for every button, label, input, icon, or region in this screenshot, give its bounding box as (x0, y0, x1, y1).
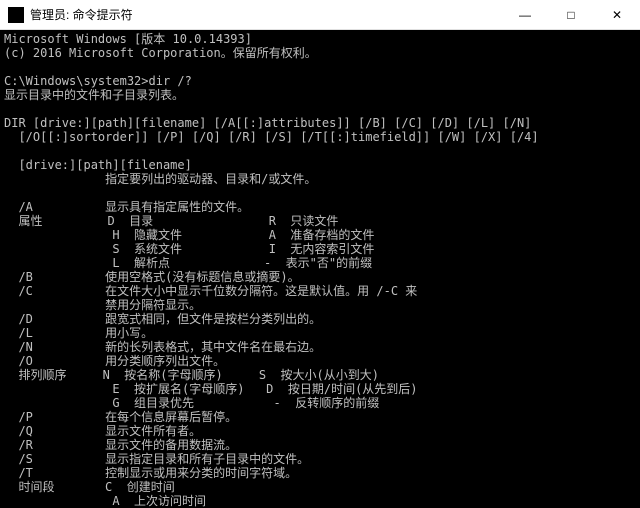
console-line: /P 在每个信息屏幕后暂停。 (4, 410, 636, 424)
console-line: 属性 D 目录 R 只读文件 (4, 214, 636, 228)
console-line (4, 60, 636, 74)
console-line: /N 新的长列表格式，其中文件名在最右边。 (4, 340, 636, 354)
console-line: 排列顺序 N 按名称(字母顺序) S 按大小(从小到大) (4, 368, 636, 382)
console-line (4, 186, 636, 200)
window-title: 管理员: 命令提示符 (30, 6, 133, 23)
console-line: DIR [drive:][path][filename] [/A[[:]attr… (4, 116, 636, 130)
console-line (4, 144, 636, 158)
console-line: 显示目录中的文件和子目录列表。 (4, 88, 636, 102)
maximize-button[interactable]: □ (548, 0, 594, 30)
console-line: (c) 2016 Microsoft Corporation。保留所有权利。 (4, 46, 636, 60)
console-line: /L 用小写。 (4, 326, 636, 340)
console-line: G 组目录优先 - 反转顺序的前缀 (4, 396, 636, 410)
console-line: [drive:][path][filename] (4, 158, 636, 172)
console-line: /T 控制显示或用来分类的时间字符域。 (4, 466, 636, 480)
cmd-icon (8, 7, 24, 23)
close-button[interactable]: ✕ (594, 0, 640, 30)
console-line: [/O[[:]sortorder]] [/P] [/Q] [/R] [/S] [… (4, 130, 636, 144)
console-line: E 按扩展名(字母顺序) D 按日期/时间(从先到后) (4, 382, 636, 396)
console-line: C:\Windows\system32>dir /? (4, 74, 636, 88)
window-frame: 管理员: 命令提示符 — □ ✕ Microsoft Windows [版本 1… (0, 0, 640, 508)
console-line: /R 显示文件的备用数据流。 (4, 438, 636, 452)
terminal-output[interactable]: Microsoft Windows [版本 10.0.14393](c) 201… (0, 30, 640, 508)
console-line: L 解析点 - 表示"否"的前缀 (4, 256, 636, 270)
console-line: /D 跟宽式相同，但文件是按栏分类列出的。 (4, 312, 636, 326)
console-line: /C 在文件大小中显示千位数分隔符。这是默认值。用 /-C 来 (4, 284, 636, 298)
console-line: 指定要列出的驱动器、目录和/或文件。 (4, 172, 636, 186)
console-line: S 系统文件 I 无内容索引文件 (4, 242, 636, 256)
console-line: Microsoft Windows [版本 10.0.14393] (4, 32, 636, 46)
console-line: /O 用分类顺序列出文件。 (4, 354, 636, 368)
console-line: 时间段 C 创建时间 (4, 480, 636, 494)
console-line: A 上次访问时间 (4, 494, 636, 508)
console-line: H 隐藏文件 A 准备存档的文件 (4, 228, 636, 242)
console-line: 禁用分隔符显示。 (4, 298, 636, 312)
console-line: /B 使用空格式(没有标题信息或摘要)。 (4, 270, 636, 284)
console-line: /A 显示具有指定属性的文件。 (4, 200, 636, 214)
console-line (4, 102, 636, 116)
titlebar[interactable]: 管理员: 命令提示符 — □ ✕ (0, 0, 640, 30)
console-line: /S 显示指定目录和所有子目录中的文件。 (4, 452, 636, 466)
minimize-button[interactable]: — (502, 0, 548, 30)
console-line: /Q 显示文件所有者。 (4, 424, 636, 438)
